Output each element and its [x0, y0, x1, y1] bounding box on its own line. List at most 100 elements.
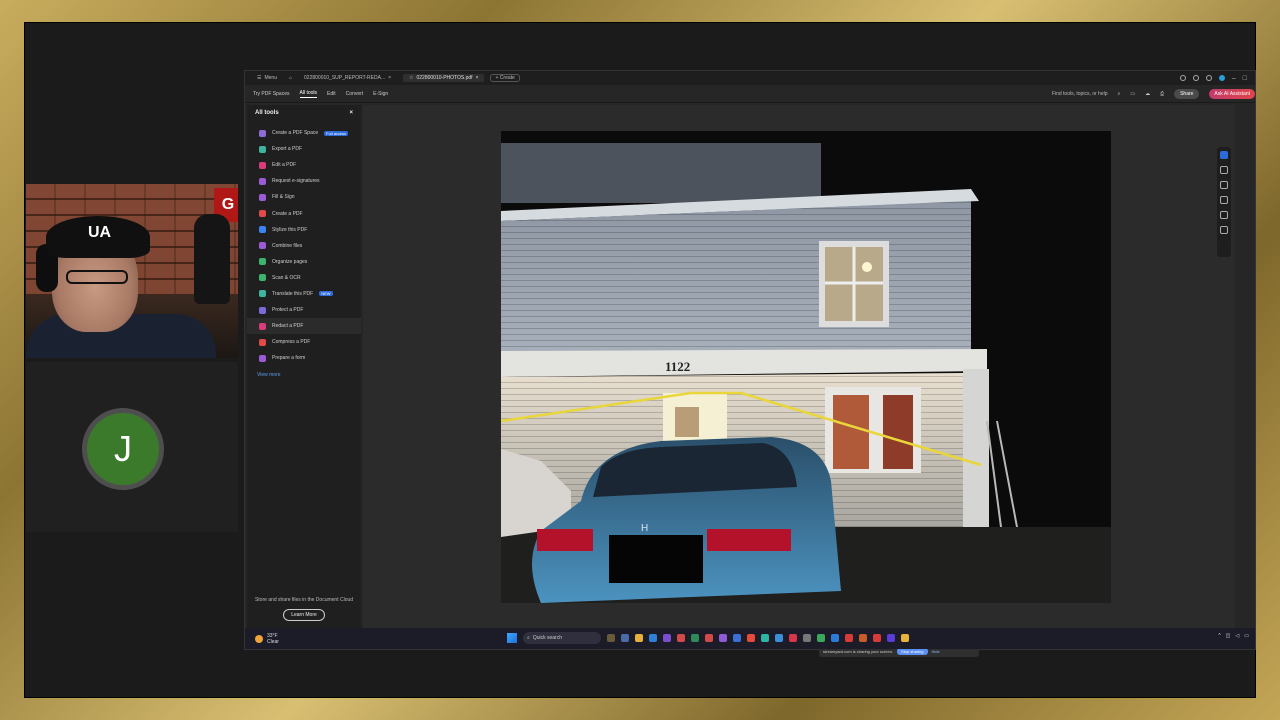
- share-button[interactable]: Share: [1174, 88, 1200, 99]
- tool-item[interactable]: Organize pages: [247, 254, 361, 270]
- share-message: streamyard.com is sharing your screen.: [823, 648, 894, 654]
- tool-label: Fill & Sign: [272, 194, 295, 201]
- app-icon[interactable]: [789, 634, 797, 642]
- tool-item[interactable]: Prepare a form: [247, 350, 361, 366]
- find-tools-input[interactable]: Find tools, topics, or help: [1052, 91, 1108, 97]
- acrobat-icon[interactable]: [845, 634, 853, 642]
- tool-icon: [259, 258, 266, 266]
- app-icon[interactable]: [677, 634, 685, 642]
- app-icon[interactable]: [859, 634, 867, 642]
- widgets-icon[interactable]: [607, 634, 615, 642]
- tool-icon: [259, 161, 266, 169]
- volume-icon[interactable]: ◁: [1235, 633, 1239, 639]
- title-bar: ☰ Menu ⌂ 022800010_SUP_REPORT-REDA... × …: [245, 71, 1255, 85]
- system-tray: ^ ◫ ◁ ▭: [1218, 633, 1249, 639]
- acrobat-window: ☰ Menu ⌂ 022800010_SUP_REPORT-REDA... × …: [244, 70, 1256, 657]
- tool-item[interactable]: Request e-signatures: [247, 173, 361, 189]
- tool-item[interactable]: Fill & Sign: [247, 189, 361, 205]
- create-button[interactable]: + Create: [490, 74, 520, 82]
- select-tool-icon[interactable]: [1220, 151, 1228, 159]
- tab-report[interactable]: 022800010_SUP_REPORT-REDA... ×: [298, 74, 397, 82]
- tool-item[interactable]: Redact a PDF: [247, 318, 361, 335]
- menu-esign[interactable]: E-Sign: [373, 91, 388, 97]
- edge-icon[interactable]: [649, 634, 657, 642]
- menu-convert[interactable]: Convert: [346, 91, 364, 97]
- hide-link[interactable]: Hide: [932, 649, 940, 654]
- close-icon[interactable]: ×: [388, 75, 391, 81]
- house-number: 1122: [665, 359, 690, 374]
- tool-item[interactable]: Translate this PDF NEW: [247, 286, 361, 302]
- home-icon[interactable]: ⌂: [289, 75, 292, 81]
- app-icon[interactable]: [733, 634, 741, 642]
- menu-all-tools[interactable]: All tools: [299, 90, 318, 98]
- tool-item[interactable]: Scan & OCR: [247, 270, 361, 286]
- windows-start-icon[interactable]: [507, 633, 517, 643]
- close-icon[interactable]: ×: [476, 75, 479, 81]
- ai-assistant-button[interactable]: Ask AI Assistant: [1209, 88, 1255, 99]
- settings-icon[interactable]: [1205, 75, 1212, 81]
- view-more-link[interactable]: View more: [247, 372, 361, 378]
- menu-edit[interactable]: Edit: [327, 91, 336, 97]
- tool-item[interactable]: Edit a PDF: [247, 157, 361, 173]
- document-viewer[interactable]: 1122 H streamyard.com is sharing your sc…: [363, 105, 1235, 657]
- star-icon[interactable]: ☆: [409, 75, 413, 81]
- app-icon[interactable]: [691, 634, 699, 642]
- tool-item[interactable]: Create a PDF Space Full access: [247, 125, 361, 141]
- profile-icon[interactable]: [1218, 75, 1225, 81]
- maximize-icon[interactable]: □: [1243, 75, 1247, 82]
- lasso-icon[interactable]: [1220, 196, 1228, 204]
- try-spaces-link[interactable]: Try PDF Spaces: [253, 91, 290, 97]
- app-icon[interactable]: [873, 634, 881, 642]
- tool-label: Scan & OCR: [272, 274, 301, 281]
- app-icon[interactable]: [719, 634, 727, 642]
- tool-item[interactable]: Protect a PDF: [247, 302, 361, 318]
- search-page-icon[interactable]: [1220, 226, 1228, 234]
- taskbar-search[interactable]: ⌕ Quick search: [523, 632, 601, 644]
- task-view-icon[interactable]: [621, 634, 629, 642]
- tool-item[interactable]: Compress a PDF: [247, 334, 361, 350]
- tool-icon: [259, 177, 266, 185]
- app-icon[interactable]: [817, 634, 825, 642]
- save-icon[interactable]: ▭: [1130, 91, 1135, 97]
- app-icon[interactable]: [761, 634, 769, 642]
- tool-item[interactable]: Combine files: [247, 238, 361, 254]
- panel-title: All tools: [255, 110, 279, 116]
- file-explorer-icon[interactable]: [635, 634, 643, 642]
- app-icon[interactable]: [775, 634, 783, 642]
- teams-icon[interactable]: [663, 634, 671, 642]
- search-label: Quick search: [532, 635, 562, 641]
- app-icon[interactable]: [705, 634, 713, 642]
- search-icon[interactable]: ⌕: [1118, 91, 1121, 97]
- bell-icon[interactable]: [1192, 75, 1199, 81]
- page-icon[interactable]: [1220, 211, 1228, 219]
- zoom-icon[interactable]: [1220, 166, 1228, 174]
- all-tools-panel: All tools × Create a PDF Space Full acces…: [247, 105, 361, 631]
- print-icon[interactable]: ⎙: [1160, 91, 1164, 97]
- weather-widget[interactable]: 33°F Clear: [245, 633, 279, 645]
- taskbar-apps: ⌕ Quick search: [507, 632, 909, 644]
- tab-photos[interactable]: ☆ 022800010-PHOTOS.pdf ×: [403, 74, 485, 82]
- tab-menu[interactable]: ☰ Menu: [251, 74, 283, 82]
- learn-more-button[interactable]: Learn More: [283, 609, 325, 621]
- help-icon[interactable]: [1179, 75, 1186, 81]
- app-icon[interactable]: [887, 634, 895, 642]
- battery-icon[interactable]: ▭: [1244, 633, 1249, 639]
- tool-icon: [259, 274, 266, 282]
- minimize-icon[interactable]: –: [1232, 75, 1236, 82]
- tool-label: Protect a PDF: [272, 307, 304, 314]
- app-icon[interactable]: [831, 634, 839, 642]
- stream-stage: G UA J ☰ Menu ⌂ 022800010_SUP_REPORT-RED…: [24, 22, 1256, 698]
- license-plate-redaction: [609, 535, 703, 583]
- tool-item[interactable]: Create a PDF: [247, 205, 361, 221]
- chevron-up-icon[interactable]: ^: [1218, 633, 1220, 639]
- app-icon[interactable]: [803, 634, 811, 642]
- close-icon[interactable]: ×: [349, 110, 353, 116]
- pen-icon[interactable]: [1220, 181, 1228, 189]
- app-icon[interactable]: [901, 634, 909, 642]
- tool-item[interactable]: Stylize this PDF: [247, 222, 361, 238]
- chrome-icon[interactable]: [747, 634, 755, 642]
- create-label: Create: [499, 75, 515, 81]
- cloud-icon[interactable]: ☁: [1145, 91, 1150, 97]
- network-icon[interactable]: ◫: [1226, 633, 1231, 639]
- tool-item[interactable]: Export a PDF: [247, 141, 361, 157]
